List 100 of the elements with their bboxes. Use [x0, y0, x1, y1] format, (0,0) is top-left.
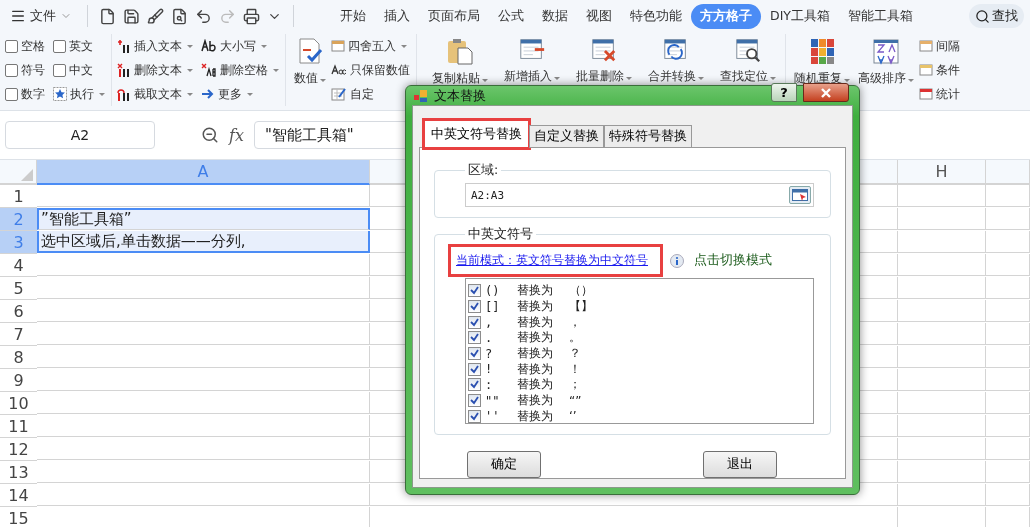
- dialog-tab[interactable]: 自定义替换: [529, 125, 604, 148]
- table-cell[interactable]: [898, 415, 986, 437]
- ribbon-button[interactable]: 条件: [919, 61, 960, 79]
- table-cell[interactable]: [37, 392, 370, 414]
- print-preview-icon[interactable]: [171, 7, 188, 25]
- table-cell[interactable]: [898, 323, 986, 345]
- table-cell[interactable]: [986, 323, 1030, 345]
- table-cell[interactable]: [986, 300, 1030, 322]
- table-cell[interactable]: [898, 300, 986, 322]
- close-button[interactable]: [803, 83, 849, 102]
- table-cell[interactable]: [898, 254, 986, 276]
- table-cell[interactable]: [986, 346, 1030, 368]
- ribbon-tab[interactable]: 插入: [375, 3, 419, 29]
- checkbox[interactable]: [468, 331, 481, 345]
- table-cell[interactable]: [37, 369, 370, 391]
- table-cell[interactable]: [898, 277, 986, 299]
- file-menu[interactable]: 文件: [6, 5, 76, 27]
- table-cell[interactable]: [37, 277, 370, 299]
- table-cell[interactable]: [986, 231, 1030, 253]
- table-cell[interactable]: ”智能工具箱”: [37, 208, 370, 230]
- ribbon-button[interactable]: 删除空格: [201, 61, 279, 79]
- table-cell[interactable]: [898, 208, 986, 230]
- table-cell[interactable]: [986, 208, 1030, 230]
- table-cell[interactable]: [986, 254, 1030, 276]
- table-cell[interactable]: [37, 461, 370, 483]
- table-cell[interactable]: [986, 185, 1030, 207]
- table-cell[interactable]: [898, 231, 986, 253]
- table-cell[interactable]: 选中区域后,单击数据——分列,: [37, 231, 370, 253]
- table-cell[interactable]: [986, 461, 1030, 483]
- checkbox[interactable]: [468, 394, 481, 408]
- ribbon-tab[interactable]: 数据: [533, 3, 577, 29]
- ribbon-button[interactable]: 合并转换: [645, 36, 707, 85]
- zoom-icon[interactable]: [201, 126, 219, 144]
- table-cell[interactable]: [37, 484, 370, 506]
- table-cell[interactable]: [37, 346, 370, 368]
- option-checkbox[interactable]: 数字: [5, 85, 45, 103]
- table-cell[interactable]: [986, 369, 1030, 391]
- ribbon-button[interactable]: 查找定位: [717, 36, 779, 85]
- ribbon-tab[interactable]: 特色功能: [621, 3, 691, 29]
- range-picker-button[interactable]: [789, 186, 811, 204]
- new-document-icon[interactable]: [99, 7, 116, 25]
- table-cell[interactable]: [986, 484, 1030, 506]
- column-header[interactable]: H: [898, 160, 986, 185]
- printer-icon[interactable]: [243, 7, 260, 25]
- checkbox[interactable]: [468, 284, 481, 298]
- table-cell[interactable]: [37, 254, 370, 276]
- format-painter-icon[interactable]: [147, 7, 164, 25]
- table-cell[interactable]: [898, 346, 986, 368]
- ribbon-button[interactable]: 更多: [201, 85, 279, 103]
- help-button[interactable]: ?: [771, 83, 797, 102]
- table-cell[interactable]: [898, 461, 986, 483]
- checkbox[interactable]: [468, 378, 481, 392]
- save-icon[interactable]: [123, 7, 140, 25]
- ribbon-tab[interactable]: DIY工具箱: [761, 3, 839, 29]
- ribbon-button[interactable]: 四舍五入: [331, 37, 410, 55]
- table-cell[interactable]: [37, 300, 370, 322]
- ribbon-tab[interactable]: 页面布局: [419, 3, 489, 29]
- option-checkbox[interactable]: 中文: [53, 61, 105, 79]
- table-cell[interactable]: [986, 438, 1030, 460]
- table-cell[interactable]: [37, 438, 370, 460]
- ribbon-tab[interactable]: 智能工具箱: [838, 3, 922, 29]
- checkbox[interactable]: [468, 409, 481, 423]
- option-checkbox[interactable]: 空格: [5, 37, 45, 55]
- search-field[interactable]: 查找: [969, 4, 1024, 28]
- dialog-tab[interactable]: 中英文符号替换: [424, 120, 529, 148]
- ribbon-tab[interactable]: 开始: [331, 3, 375, 29]
- option-checkbox[interactable]: 英文: [53, 37, 105, 55]
- checkbox[interactable]: [468, 315, 481, 329]
- table-cell[interactable]: [898, 438, 986, 460]
- range-field[interactable]: A2:A3: [465, 183, 814, 207]
- checkbox[interactable]: [468, 362, 481, 376]
- option-checkbox[interactable]: 符号: [5, 61, 45, 79]
- table-cell[interactable]: [898, 369, 986, 391]
- ribbon-button[interactable]: 截取文本: [117, 85, 193, 103]
- table-cell[interactable]: [898, 185, 986, 207]
- select-all-icon[interactable]: [21, 169, 33, 181]
- ribbon-button[interactable]: 删除文本: [117, 61, 193, 79]
- table-cell[interactable]: [986, 392, 1030, 414]
- table-cell[interactable]: [898, 392, 986, 414]
- ribbon-button[interactable]: 数值: [291, 36, 329, 87]
- mode-link[interactable]: 当前模式：英文符号替换为中文符号: [451, 247, 660, 274]
- exit-button[interactable]: 退出: [703, 451, 777, 478]
- redo-icon[interactable]: [219, 7, 236, 25]
- ok-button[interactable]: 确定: [467, 451, 541, 478]
- table-cell[interactable]: [898, 484, 986, 506]
- ribbon-button[interactable]: 只保留数值: [331, 61, 410, 79]
- table-cell[interactable]: [37, 323, 370, 345]
- ribbon-button[interactable]: 执行: [53, 85, 105, 103]
- ribbon-tab[interactable]: 公式: [489, 3, 533, 29]
- ribbon-button[interactable]: 大小写: [201, 37, 279, 55]
- checkbox[interactable]: [468, 347, 481, 361]
- ribbon-button[interactable]: 高级排序: [855, 36, 917, 87]
- dialog-tab[interactable]: 特殊符号替换: [604, 125, 692, 148]
- table-cell[interactable]: [37, 185, 370, 207]
- table-cell[interactable]: [986, 277, 1030, 299]
- checkbox[interactable]: [468, 300, 481, 314]
- ribbon-button[interactable]: 间隔: [919, 37, 960, 55]
- table-cell[interactable]: [37, 415, 370, 437]
- undo-icon[interactable]: [195, 7, 212, 25]
- ribbon-button[interactable]: 插入文本: [117, 37, 193, 55]
